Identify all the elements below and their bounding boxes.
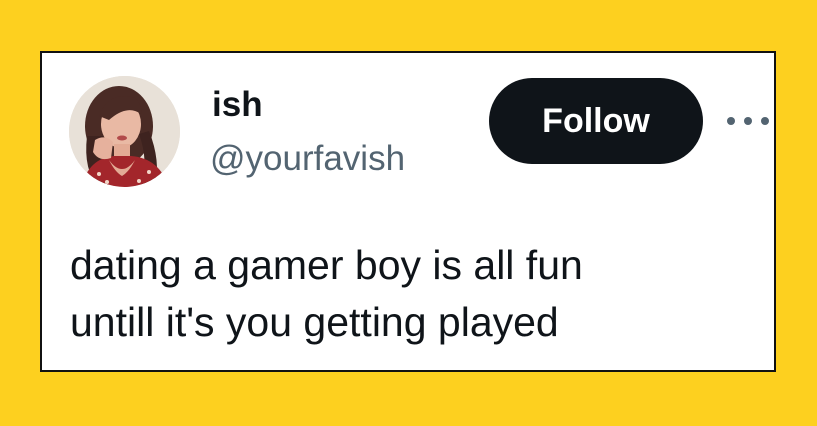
display-name[interactable]: ish bbox=[212, 87, 263, 122]
ellipsis-icon bbox=[744, 117, 752, 125]
ellipsis-icon bbox=[761, 117, 769, 125]
tweet-text-line: untill it's you getting played bbox=[70, 299, 559, 345]
tweet-text: dating a gamer boy is all fun untill it'… bbox=[70, 237, 760, 351]
tweet-text-line: dating a gamer boy is all fun bbox=[70, 242, 583, 288]
follow-button[interactable]: Follow bbox=[489, 78, 703, 164]
avatar[interactable] bbox=[69, 76, 180, 187]
tweet-card: ish @yourfavish Follow dating a gamer bo… bbox=[40, 51, 776, 372]
ellipsis-icon bbox=[727, 117, 735, 125]
more-options-button[interactable] bbox=[727, 109, 769, 133]
avatar-image bbox=[69, 76, 180, 187]
user-handle[interactable]: @yourfavish bbox=[210, 141, 405, 176]
